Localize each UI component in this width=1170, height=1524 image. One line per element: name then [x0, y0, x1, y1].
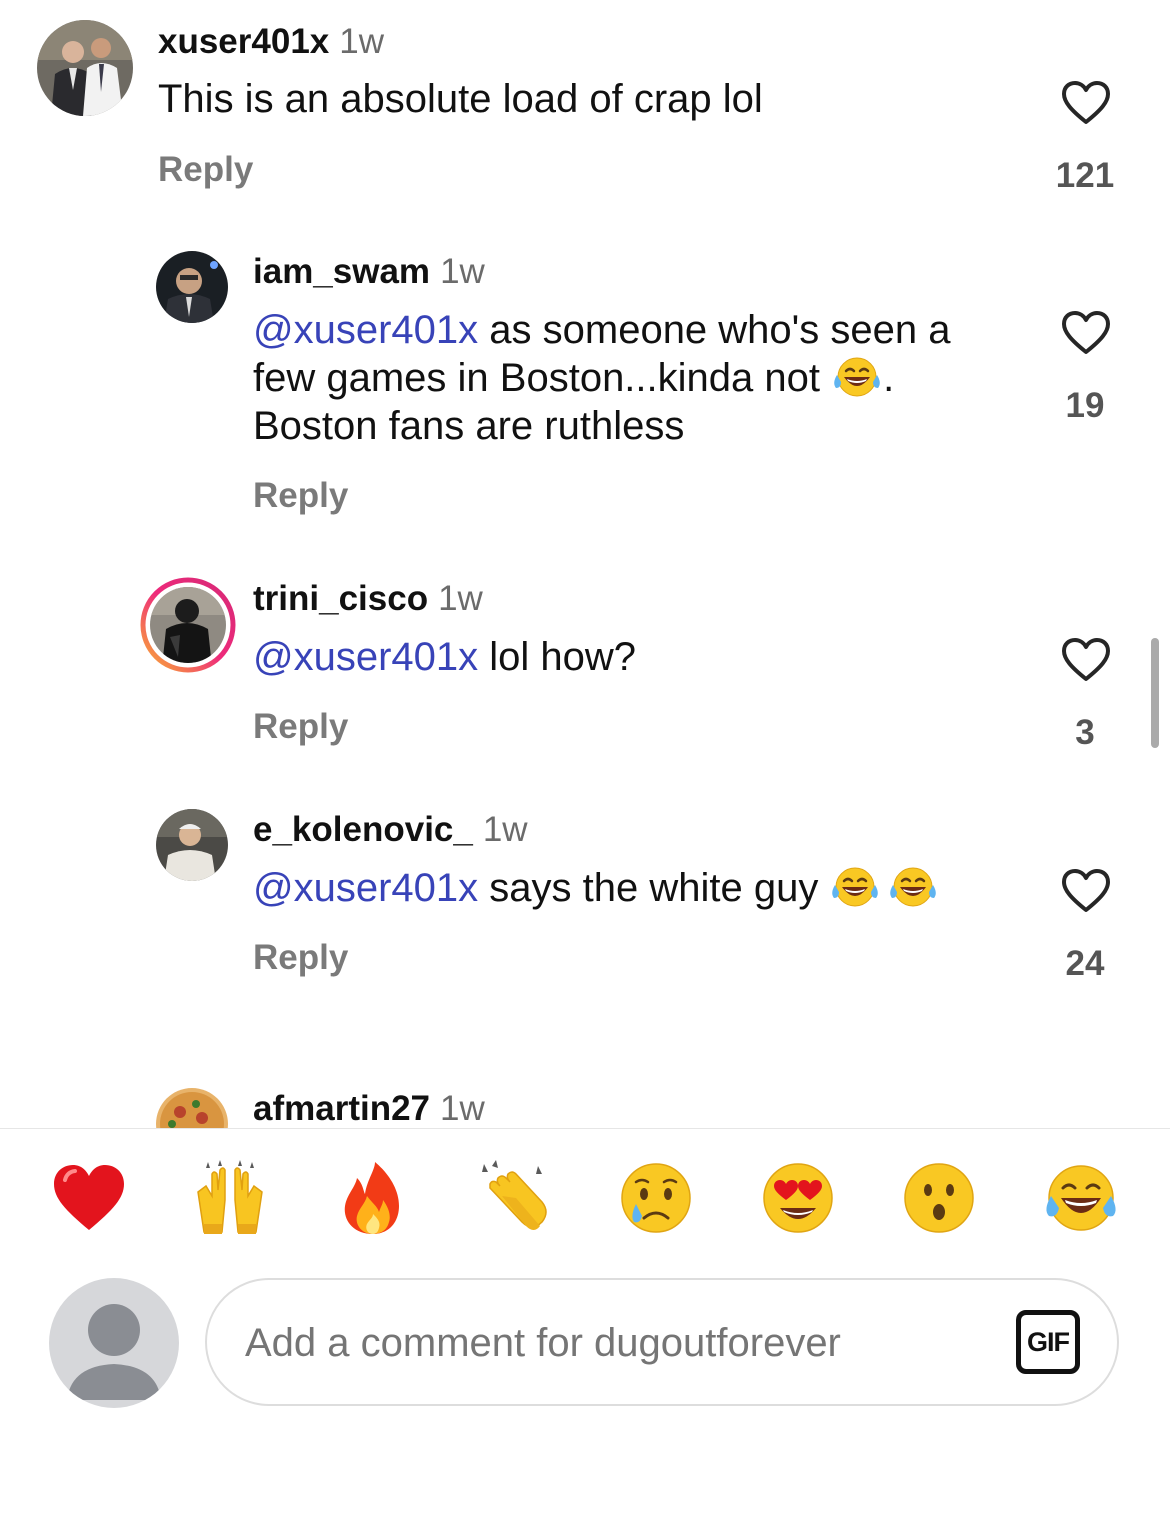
tears-of-joy-icon[interactable]	[1043, 1160, 1119, 1236]
crying-face-icon[interactable]	[618, 1160, 694, 1236]
comment-meta: e_kolenovic_ 1w	[253, 810, 528, 850]
timestamp: 1w	[440, 1089, 485, 1128]
timestamp: 1w	[339, 22, 385, 61]
avatar[interactable]	[156, 809, 228, 881]
timestamp: 1w	[482, 810, 528, 849]
heart-icon[interactable]	[1061, 310, 1111, 356]
red-heart-icon[interactable]	[51, 1160, 127, 1236]
reply-button[interactable]: Reply	[253, 476, 348, 516]
username[interactable]: iam_swam	[253, 252, 430, 291]
username[interactable]: afmartin27	[253, 1089, 430, 1128]
gif-button[interactable]: GIF	[1016, 1310, 1080, 1374]
heart-icon[interactable]	[1061, 80, 1111, 126]
like-count: 24	[1065, 944, 1105, 983]
face-with-tears-of-joy-icon	[831, 355, 883, 399]
clapping-hands-icon[interactable]	[476, 1160, 552, 1236]
comment-text: @xuser401x as someone who's seen a few g…	[253, 308, 951, 448]
timestamp: 1w	[438, 579, 483, 618]
face-with-tears-of-joy-icon	[887, 865, 939, 909]
timestamp: 1w	[440, 252, 485, 291]
comment-text: @xuser401x lol how?	[253, 635, 637, 679]
comment-meta: trini_cisco 1w	[253, 579, 483, 619]
comment-text: @xuser401x says the white guy	[253, 864, 939, 912]
like-count: 19	[1065, 386, 1105, 425]
comment-text: This is an absolute load of crap lol	[158, 77, 763, 121]
avatar-story-ring[interactable]	[140, 577, 236, 673]
reply-button[interactable]: Reply	[253, 938, 348, 978]
surprised-face-icon[interactable]	[901, 1160, 977, 1236]
heart-icon[interactable]	[1061, 637, 1111, 683]
comment-input[interactable]	[245, 1318, 1005, 1368]
scrollbar[interactable]	[1151, 638, 1159, 748]
raising-hands-icon[interactable]	[192, 1160, 268, 1236]
avatar[interactable]	[156, 251, 228, 323]
username[interactable]: e_kolenovic_	[253, 810, 473, 849]
comment-meta: afmartin27 1w	[253, 1089, 485, 1129]
comment-meta: xuser401x 1w	[158, 22, 384, 62]
username[interactable]: trini_cisco	[253, 579, 428, 618]
heart-eyes-icon[interactable]	[760, 1160, 836, 1236]
comment-input-box[interactable]: GIF	[205, 1278, 1119, 1406]
mention-link[interactable]: @xuser401x	[253, 635, 478, 679]
like-count: 121	[1055, 156, 1115, 195]
username[interactable]: xuser401x	[158, 22, 329, 61]
mention-link[interactable]: @xuser401x	[253, 308, 478, 352]
like-count: 3	[1075, 713, 1095, 752]
fire-icon[interactable]	[335, 1160, 411, 1236]
current-user-avatar	[49, 1278, 179, 1408]
mention-link[interactable]: @xuser401x	[253, 866, 478, 910]
heart-icon[interactable]	[1061, 868, 1111, 914]
reply-button[interactable]: Reply	[158, 150, 253, 190]
user-placeholder-icon	[67, 1304, 161, 1400]
comment-meta: iam_swam 1w	[253, 252, 485, 292]
avatar[interactable]	[37, 20, 133, 116]
reply-button[interactable]: Reply	[253, 707, 348, 747]
face-with-tears-of-joy-icon	[829, 865, 881, 909]
